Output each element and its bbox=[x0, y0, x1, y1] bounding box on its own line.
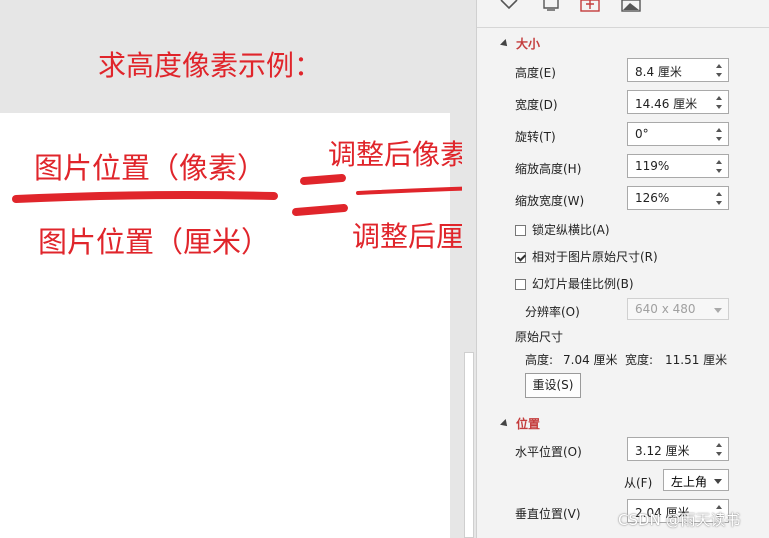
height-value: 8.4 厘米 bbox=[635, 65, 682, 79]
equals-lower-stroke bbox=[292, 204, 348, 216]
best-scale-row[interactable]: 幻灯片最佳比例(B) bbox=[515, 275, 634, 292]
height-label: 高度(E) bbox=[515, 66, 556, 80]
lock-aspect-row[interactable]: 锁定纵横比(A) bbox=[515, 221, 610, 238]
picture-icon[interactable] bbox=[619, 0, 643, 16]
spin-up-icon bbox=[716, 192, 722, 196]
original-width-label: 宽度: bbox=[625, 353, 654, 367]
width-label: 宽度(D) bbox=[515, 98, 558, 112]
horizontal-position-value: 3.12 厘米 bbox=[635, 444, 690, 458]
scale-height-value: 119% bbox=[635, 159, 670, 173]
lock-aspect-checkbox[interactable] bbox=[515, 225, 526, 236]
collapse-triangle-icon bbox=[500, 419, 510, 429]
relative-original-checkbox[interactable] bbox=[515, 252, 526, 263]
spin-down-icon bbox=[716, 73, 722, 77]
rotation-value: 0° bbox=[635, 127, 649, 141]
width-value: 14.46 厘米 bbox=[635, 97, 698, 111]
section-size-title: 大小 bbox=[516, 37, 541, 51]
canvas-vertical-scrollbar[interactable] bbox=[462, 0, 476, 538]
width-spinner[interactable]: 14.46 厘米 bbox=[627, 90, 729, 114]
watermark: CSDN @雨天读书 bbox=[618, 511, 741, 529]
scrollbar-thumb[interactable] bbox=[464, 352, 474, 538]
original-height-label: 高度: bbox=[525, 353, 554, 367]
height-spin-arrows[interactable] bbox=[712, 59, 728, 81]
spin-down-icon bbox=[716, 105, 722, 109]
rotation-label: 旋转(T) bbox=[515, 130, 556, 144]
horizontal-position-spinner[interactable]: 3.12 厘米 bbox=[627, 437, 729, 461]
spin-down-icon bbox=[716, 452, 722, 456]
scale-width-label: 缩放宽度(W) bbox=[515, 194, 585, 208]
width-spin-arrows[interactable] bbox=[712, 91, 728, 113]
original-size-title: 原始尺寸 bbox=[515, 330, 564, 344]
original-width-value: 11.51 厘米 bbox=[665, 353, 728, 367]
spin-up-icon bbox=[716, 160, 722, 164]
size-properties-icon[interactable] bbox=[577, 0, 601, 16]
spin-up-icon bbox=[716, 64, 722, 68]
chevron-down-icon bbox=[714, 479, 722, 484]
chevron-down-icon bbox=[714, 308, 722, 313]
spin-down-icon bbox=[716, 201, 722, 205]
annotation-strokes bbox=[12, 174, 516, 216]
collapse-triangle-icon bbox=[500, 39, 510, 49]
scale-height-label: 缩放高度(H) bbox=[515, 162, 582, 176]
spin-up-icon bbox=[716, 96, 722, 100]
section-header-size[interactable]: 大小 bbox=[500, 35, 541, 52]
from-horizontal-label: 从(F) bbox=[624, 476, 653, 490]
equals-upper-stroke bbox=[300, 174, 346, 185]
rotation-spinner[interactable]: 0° bbox=[627, 122, 729, 146]
lock-aspect-label: 锁定纵横比(A) bbox=[532, 223, 610, 237]
resolution-dropdown: 640 x 480 bbox=[627, 298, 729, 320]
reset-button[interactable]: 重设(S) bbox=[525, 373, 581, 398]
vertical-position-label: 垂直位置(V) bbox=[515, 507, 581, 521]
best-scale-label: 幻灯片最佳比例(B) bbox=[532, 277, 634, 291]
scale-height-spin-arrows[interactable] bbox=[712, 155, 728, 177]
panel-tab-bar bbox=[477, 0, 769, 28]
from-horizontal-value: 左上角 bbox=[671, 475, 708, 489]
height-spinner[interactable]: 8.4 厘米 bbox=[627, 58, 729, 82]
scale-width-value: 126% bbox=[635, 191, 670, 205]
scale-width-spin-arrows[interactable] bbox=[712, 187, 728, 209]
best-scale-checkbox[interactable] bbox=[515, 279, 526, 290]
horizontal-position-label: 水平位置(O) bbox=[515, 445, 582, 459]
relative-original-row[interactable]: 相对于图片原始尺寸(R) bbox=[515, 248, 658, 265]
slide-canvas-area: 求高度像素示例： 图片位置（像素） 图片位置（厘米） 调整后像素 X 调整后厘米 bbox=[0, 0, 516, 538]
section-header-position[interactable]: 位置 bbox=[500, 415, 541, 432]
fraction-line-stroke bbox=[12, 191, 278, 203]
resolution-label: 分辨率(O) bbox=[525, 305, 580, 319]
section-position-title: 位置 bbox=[516, 417, 541, 431]
effects-icon[interactable] bbox=[539, 0, 563, 16]
from-horizontal-dropdown[interactable]: 左上角 bbox=[663, 469, 729, 491]
resolution-value: 640 x 480 bbox=[635, 302, 696, 316]
spin-up-icon bbox=[716, 128, 722, 132]
spin-down-icon bbox=[716, 169, 722, 173]
spin-up-icon bbox=[716, 443, 722, 447]
horizontal-spin-arrows[interactable] bbox=[712, 438, 728, 460]
fill-line-icon[interactable] bbox=[497, 0, 521, 16]
original-height-value: 7.04 厘米 bbox=[563, 353, 618, 367]
relative-original-label: 相对于图片原始尺寸(R) bbox=[532, 250, 658, 264]
spin-down-icon bbox=[716, 137, 722, 141]
scale-height-spinner[interactable]: 119% bbox=[627, 154, 729, 178]
scale-width-spinner[interactable]: 126% bbox=[627, 186, 729, 210]
format-picture-panel: 大小 高度(E) 8.4 厘米 宽度(D) 14.46 厘米 旋转(T) 0° … bbox=[476, 0, 769, 538]
rotation-spin-arrows[interactable] bbox=[712, 123, 728, 145]
